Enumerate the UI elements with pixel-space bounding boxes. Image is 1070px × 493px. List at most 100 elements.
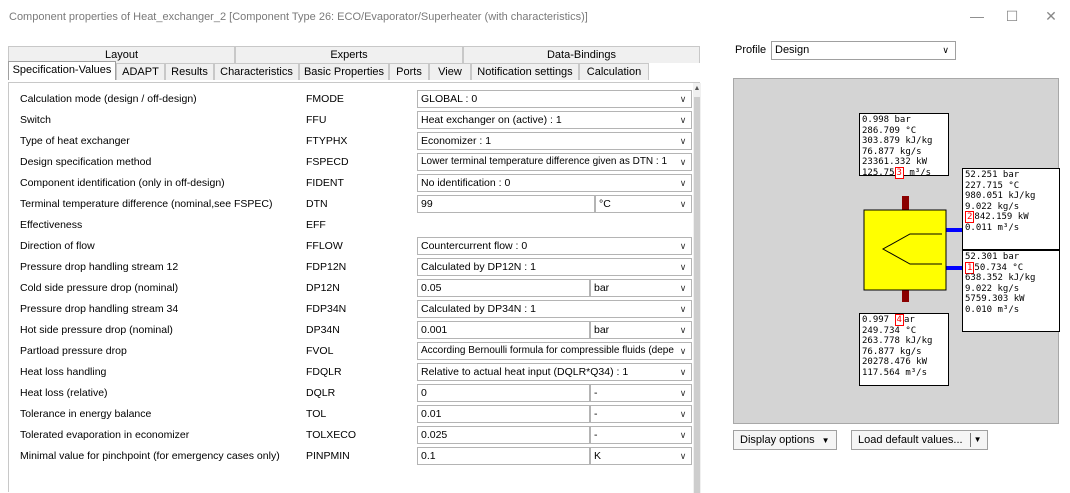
stream-value: 9.022 kg/s	[965, 283, 1020, 294]
fspecd-select[interactable]: Lower terminal temperature difference gi…	[417, 153, 692, 171]
stream-value: 5759.303 kW	[965, 294, 1025, 304]
vertical-scrollbar[interactable]: ▲	[693, 83, 701, 493]
dropdown-arrow-icon[interactable]: ▼	[974, 431, 982, 449]
tolxeco-input[interactable]: 0.025	[417, 426, 590, 444]
select-value: Economizer : 1	[421, 135, 492, 147]
ffu-select[interactable]: Heat exchanger on (active) : 1 ∨	[417, 111, 692, 129]
chevron-down-icon: ∨	[679, 199, 687, 209]
stream-info-port-3: 0.998 bar 286.709 °C 303.879 kJ/kg 76.87…	[859, 113, 949, 179]
fvol-select[interactable]: According Bernoulli formula for compress…	[417, 342, 692, 360]
tab-view[interactable]: View	[429, 63, 471, 80]
param-row-ftyphx: Type of heat exchanger FTYPHX Economizer…	[9, 131, 692, 152]
dp34n-unit-select[interactable]: bar ∨	[590, 321, 692, 339]
tol-input[interactable]: 0.01	[417, 405, 590, 423]
scroll-up-icon[interactable]: ▲	[693, 85, 701, 93]
dtn-input[interactable]: 99	[417, 195, 595, 213]
ftyphx-select[interactable]: Economizer : 1 ∨	[417, 132, 692, 150]
fflow-select[interactable]: Countercurrent flow : 0 ∨	[417, 237, 692, 255]
stream-info-port-1: 52.301 bar 1 50.734 °C 638.352 kJ/kg 9.02…	[962, 250, 1060, 332]
load-default-values-button[interactable]: Load default values... ▼	[851, 430, 988, 450]
tab-specification-values[interactable]: Specification-Values	[8, 61, 116, 80]
stream-info-port-4: 0.997 4 ar 249.734 °C 263.778 kJ/kg 76.87…	[859, 313, 949, 386]
profile-select[interactable]: Design ∨	[771, 41, 956, 60]
tab-notification-settings[interactable]: Notification settings	[471, 63, 579, 80]
tab-row-2: Specification-Values ADAPT Results Chara…	[8, 61, 649, 80]
chevron-down-icon: ∨	[679, 451, 687, 461]
dp34n-input[interactable]: 0.001	[417, 321, 590, 339]
pinpmin-unit-select[interactable]: K ∨	[590, 447, 692, 465]
tab-basic-properties[interactable]: Basic Properties	[299, 63, 389, 80]
stream-value: 980.051 kJ/kg	[965, 191, 1036, 201]
tab-calculation[interactable]: Calculation	[579, 63, 649, 80]
param-code: DP12N	[306, 282, 340, 294]
select-value: GLOBAL : 0	[421, 93, 478, 105]
dp12n-unit-select[interactable]: bar ∨	[590, 279, 692, 297]
stream-value: 263.778 kJ/kg	[862, 336, 933, 346]
stream-value: 0.011 m³/s	[965, 222, 1020, 233]
fmode-select[interactable]: GLOBAL : 0 ∨	[417, 90, 692, 108]
fident-select[interactable]: No identification : 0 ∨	[417, 174, 692, 192]
param-label: Component identification (only in off-de…	[20, 177, 225, 189]
param-label: Switch	[20, 114, 51, 126]
tab-experts[interactable]: Experts	[235, 46, 463, 63]
param-row-fdp34n: Pressure drop handling stream 34 FDP34N …	[9, 299, 692, 320]
stream-value: 117.564 m³/s	[862, 367, 928, 378]
param-row-fdqlr: Heat loss handling FDQLR Relative to act…	[9, 362, 692, 383]
tab-data-bindings[interactable]: Data-Bindings	[463, 46, 700, 63]
fdqlr-select[interactable]: Relative to actual heat input (DQLR*Q34)…	[417, 363, 692, 381]
param-row-tol: Tolerance in energy balance TOL 0.01 - ∨	[9, 404, 692, 425]
select-value: According Bernoulli formula for compress…	[421, 345, 674, 356]
chevron-down-icon: ∨	[679, 94, 687, 104]
dqlr-input[interactable]: 0	[417, 384, 590, 402]
select-value: Countercurrent flow : 0	[421, 240, 528, 252]
dropdown-arrow-icon: ▼	[821, 436, 830, 445]
param-row-fvol: Partload pressure drop FVOL According Be…	[9, 341, 692, 362]
pinpmin-input[interactable]: 0.1	[417, 447, 590, 465]
dp12n-input[interactable]: 0.05	[417, 279, 590, 297]
stream-value: ar	[903, 315, 915, 325]
stream-value: 20278.476 kW	[862, 357, 928, 367]
param-label: Cold side pressure drop (nominal)	[20, 282, 179, 294]
param-code: FDQLR	[306, 366, 342, 378]
stream-value: 76.877 kg/s	[862, 146, 922, 157]
cold-outlet-pipe	[946, 228, 962, 232]
scroll-thumb[interactable]	[694, 97, 700, 493]
tab-results[interactable]: Results	[165, 63, 214, 80]
param-label: Partload pressure drop	[20, 345, 127, 357]
tolxeco-unit-select[interactable]: - ∨	[590, 426, 692, 444]
chevron-down-icon: ∨	[679, 157, 687, 167]
window-title: Component properties of Heat_exchanger_2…	[9, 11, 588, 23]
param-row-dtn: Terminal temperature difference (nominal…	[9, 194, 692, 215]
param-code: FIDENT	[306, 177, 344, 189]
hot-inlet-pipe	[902, 196, 909, 210]
dqlr-unit-select[interactable]: - ∨	[590, 384, 692, 402]
close-button[interactable]: ✕	[1036, 6, 1066, 26]
tab-ports[interactable]: Ports	[389, 63, 429, 80]
param-code: FSPECD	[306, 156, 349, 168]
param-row-tolxeco: Tolerated evaporation in economizer TOLX…	[9, 425, 692, 446]
fdp34n-select[interactable]: Calculated by DP34N : 1 ∨	[417, 300, 692, 318]
param-label: Calculation mode (design / off-design)	[20, 93, 197, 105]
chevron-down-icon: ∨	[679, 178, 687, 188]
param-code: FTYPHX	[306, 135, 348, 147]
maximize-button[interactable]: ☐	[997, 6, 1027, 26]
stream-value: 842.159 kW	[974, 212, 1029, 222]
fdp12n-select[interactable]: Calculated by DP12N : 1 ∨	[417, 258, 692, 276]
heat-exchanger-body[interactable]	[863, 209, 947, 291]
param-code: FFLOW	[306, 240, 343, 252]
tol-unit-select[interactable]: - ∨	[590, 405, 692, 423]
display-options-button[interactable]: Display options ▼	[733, 430, 837, 450]
param-code: FDP12N	[306, 261, 347, 273]
param-label: Design specification method	[20, 156, 152, 168]
minimize-button[interactable]: —	[962, 6, 992, 26]
dtn-unit-select[interactable]: °C ∨	[595, 195, 692, 213]
split-divider	[969, 433, 971, 447]
param-code: FFU	[306, 114, 327, 126]
stream-value: 52.301 bar	[965, 252, 1020, 262]
tab-adapt[interactable]: ADAPT	[116, 63, 165, 80]
chevron-down-icon: ∨	[679, 241, 687, 251]
tab-characteristics[interactable]: Characteristics	[214, 63, 299, 80]
stream-info-port-2: 52.251 bar 227.715 °C 980.051 kJ/kg 9.02…	[962, 168, 1060, 250]
chevron-down-icon: ∨	[679, 409, 687, 419]
chevron-down-icon: ∨	[679, 325, 687, 335]
